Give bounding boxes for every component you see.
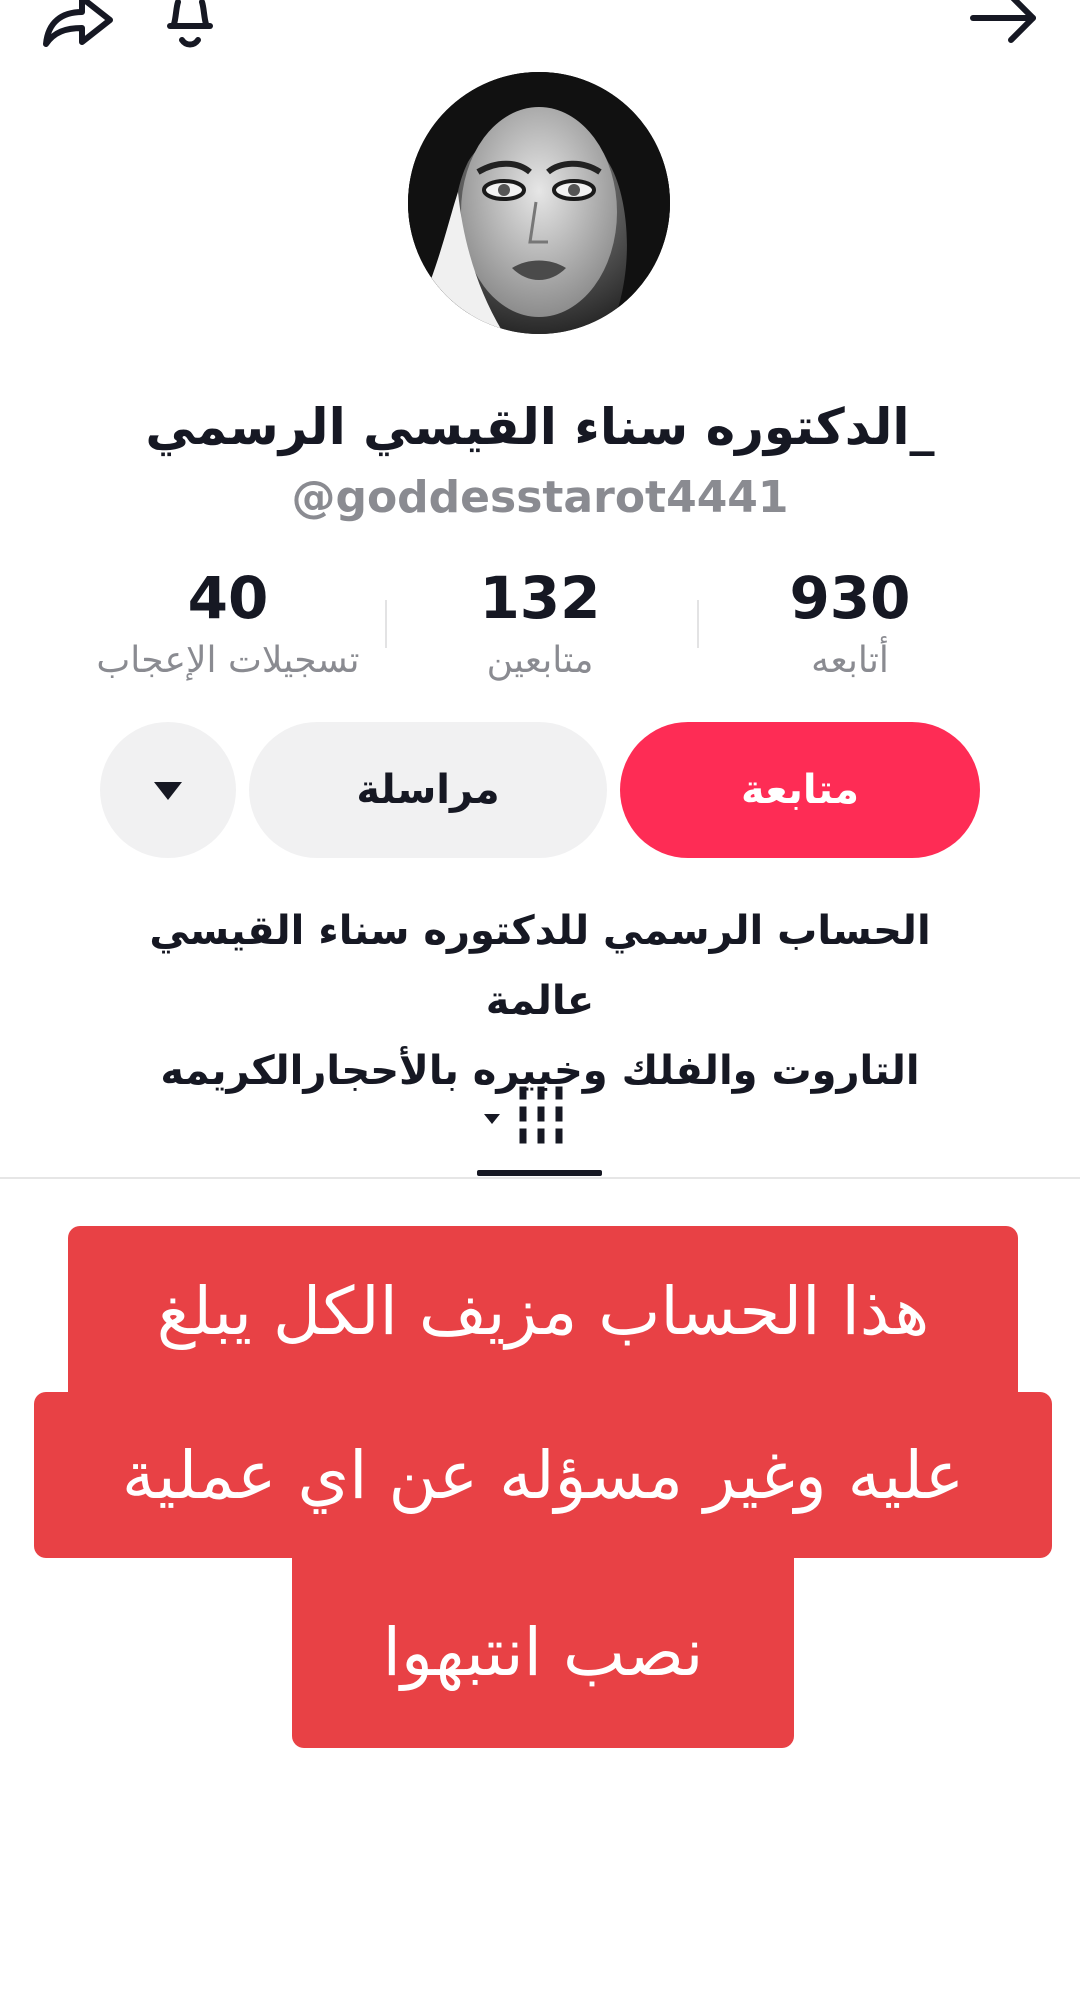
likes-count: 40	[187, 564, 269, 632]
username: @goddesstarot4441	[291, 472, 789, 523]
tab-divider	[0, 1177, 1080, 1179]
bio-line: الحساب الرسمي للدكتوره سناء القيسي عالمة	[149, 908, 931, 1024]
share-icon[interactable]	[38, 0, 118, 52]
display-name: _الدكتوره سناء القيسي الرسمي	[145, 398, 935, 456]
bell-icon[interactable]	[150, 0, 230, 52]
stat-followers[interactable]: 132 متابعين	[390, 560, 690, 686]
followers-label: متابعين	[486, 640, 594, 681]
video-grid-icon[interactable]	[480, 1084, 570, 1144]
caret-down-icon	[154, 782, 182, 800]
followers-count: 132	[479, 564, 601, 632]
warning-line: نصب انتبهوا	[292, 1556, 794, 1748]
active-tab-indicator	[477, 1170, 602, 1176]
message-button[interactable]: مراسلة	[249, 722, 607, 858]
following-count: 930	[789, 564, 911, 632]
stat-divider	[385, 600, 387, 648]
warning-line: عليه وغير مسؤله عن اي عملية	[34, 1392, 1052, 1558]
stat-divider	[697, 600, 699, 648]
arrow-right-icon[interactable]	[965, 0, 1045, 52]
warning-line: هذا الحساب مزيف الكل يبلغ	[68, 1226, 1018, 1396]
follow-button[interactable]: متابعة	[620, 722, 980, 858]
more-options-button[interactable]	[100, 722, 236, 858]
following-label: أتابعه	[811, 640, 889, 681]
stat-likes[interactable]: 40 تسجيلات الإعجاب	[78, 560, 378, 686]
stat-following[interactable]: 930 أتابعه	[700, 560, 1000, 686]
bio: الحساب الرسمي للدكتوره سناء القيسي عالمة…	[100, 896, 980, 1106]
likes-label: تسجيلات الإعجاب	[96, 640, 360, 681]
avatar[interactable]	[408, 72, 670, 334]
